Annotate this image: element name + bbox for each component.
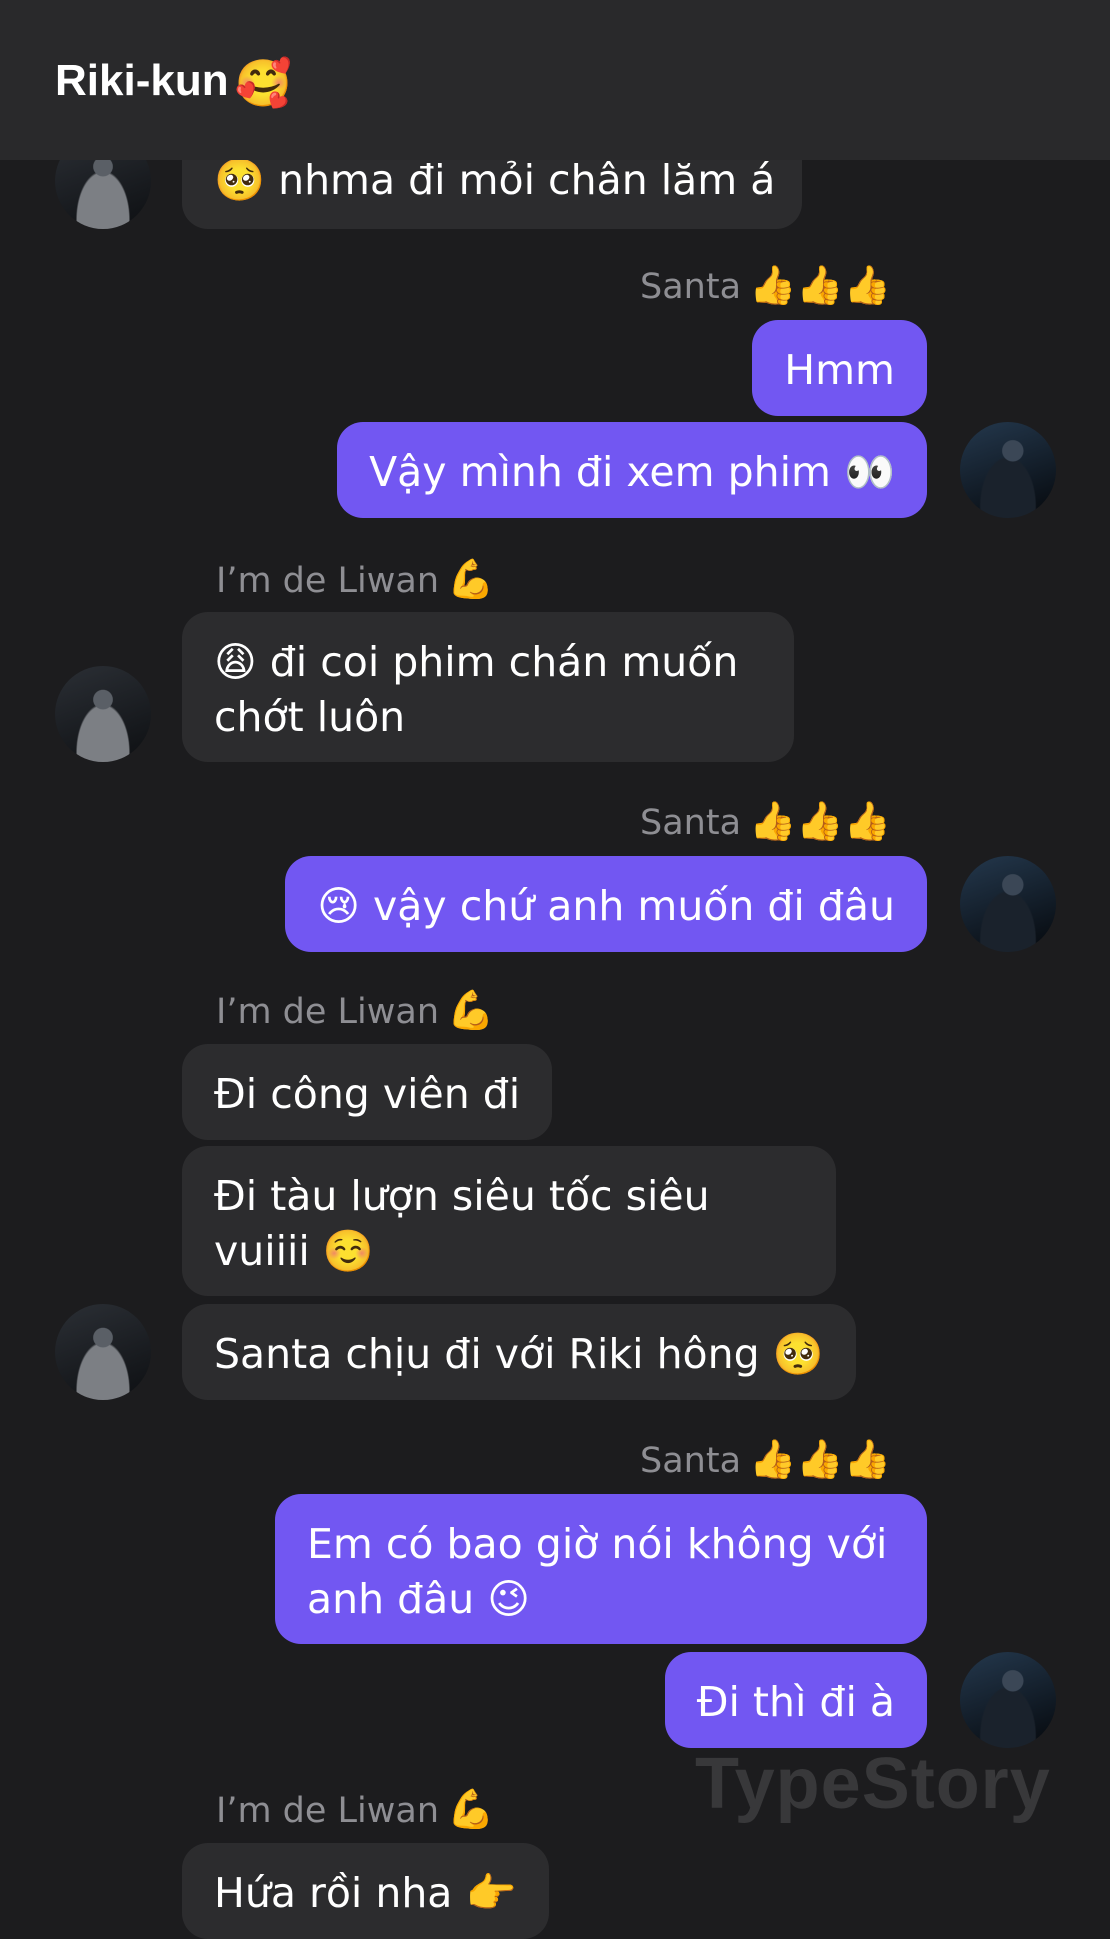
avatar-me[interactable] <box>960 856 1056 952</box>
sender-name-text: Santa <box>640 267 742 307</box>
avatar-other[interactable] <box>55 666 151 762</box>
message-bubble-me[interactable]: Đi thì đi à <box>664 1652 927 1748</box>
message-bubble-me[interactable]: Vậy mình đi xem phim 👀 <box>337 422 927 518</box>
flexed-biceps-emoji: 💪 <box>447 557 495 601</box>
sender-name-me: Santa 👍👍👍 <box>640 799 891 845</box>
thumbs-up-emoji: 👍👍👍 <box>749 263 891 307</box>
avatar-me[interactable] <box>960 1652 1056 1748</box>
message-bubble-other[interactable]: Santa chịu đi với Riki hông 🥺 <box>182 1304 856 1400</box>
sender-name-me: Santa 👍👍👍 <box>640 263 891 309</box>
sender-name-text: Santa <box>640 803 742 843</box>
chat-title-emoji: 🥰 <box>234 57 292 109</box>
sender-name-other: I’m de Liwan 💪 <box>216 557 494 603</box>
sender-name-text: I’m de Liwan <box>216 1791 440 1831</box>
avatar-me[interactable] <box>960 422 1056 518</box>
thumbs-up-emoji: 👍👍👍 <box>749 1437 891 1481</box>
chat-title-text: Riki-kun <box>55 56 229 105</box>
flexed-biceps-emoji: 💪 <box>447 988 495 1032</box>
chat-header: Riki-kun 🥰 <box>0 0 1110 160</box>
message-bubble-me[interactable]: 😢 vậy chứ anh muốn đi đâu <box>285 856 927 952</box>
flexed-biceps-emoji: 💪 <box>447 1787 495 1831</box>
message-bubble-me[interactable]: Hmm <box>752 320 927 416</box>
sender-name-other: I’m de Liwan 💪 <box>216 988 494 1034</box>
message-bubble-other[interactable]: Đi công viên đi <box>182 1044 553 1140</box>
sender-name-other: I’m de Liwan 💪 <box>216 1787 494 1833</box>
thumbs-up-emoji: 👍👍👍 <box>749 799 891 843</box>
sender-name-me: Santa 👍👍👍 <box>640 1437 891 1483</box>
sender-name-text: Santa <box>640 1441 742 1481</box>
message-bubble-other[interactable]: Hứa rồi nha 👉 <box>182 1843 549 1939</box>
message-bubble-me[interactable]: Em có bao giờ nói không với anh đâu 😉 <box>275 1494 927 1644</box>
avatar-other[interactable] <box>55 1304 151 1400</box>
sender-name-text: I’m de Liwan <box>216 561 440 601</box>
sender-name-text: I’m de Liwan <box>216 992 440 1032</box>
message-bubble-other[interactable]: Đi tàu lượn siêu tốc siêu vuiiii ☺️ <box>182 1146 836 1296</box>
watermark-logo: TypeStory <box>695 1744 1051 1824</box>
message-bubble-other[interactable]: 😩 đi coi phim chán muốn chớt luôn <box>182 612 794 762</box>
chat-title[interactable]: Riki-kun 🥰 <box>55 50 292 114</box>
